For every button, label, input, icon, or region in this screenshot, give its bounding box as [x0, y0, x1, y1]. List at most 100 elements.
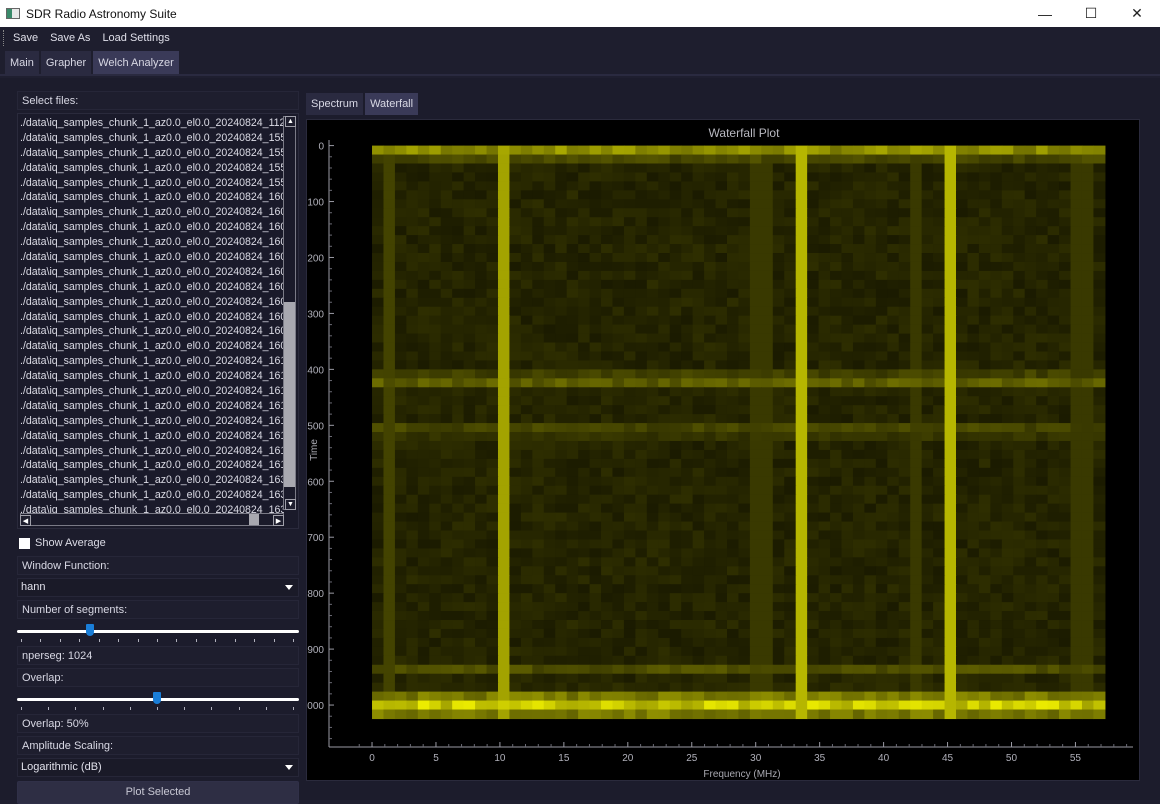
scroll-right-icon[interactable]: ▶: [273, 515, 284, 526]
heatmap-cell: [956, 440, 969, 451]
heatmap-cell: [944, 709, 957, 720]
file-list-item[interactable]: ./data\iq_samples_chunk_1_az0.0_el0.0_20…: [20, 310, 284, 325]
scroll-down-icon[interactable]: ▼: [285, 499, 296, 510]
horizontal-scrollbar-thumb[interactable]: [33, 514, 259, 525]
heatmap-cell: [555, 163, 568, 174]
tab-grapher[interactable]: Grapher: [40, 51, 92, 74]
file-list-item[interactable]: ./data\iq_samples_chunk_1_az0.0_el0.0_20…: [20, 265, 284, 280]
heatmap-cell: [372, 709, 385, 720]
heatmap-cell: [933, 476, 946, 487]
segments-slider[interactable]: [17, 622, 299, 644]
heatmap-cell: [738, 333, 751, 344]
file-list-item[interactable]: ./data\iq_samples_chunk_1_az0.0_el0.0_20…: [20, 429, 284, 444]
file-list-item[interactable]: ./data\iq_samples_chunk_1_az0.0_el0.0_20…: [20, 444, 284, 459]
slider-handle[interactable]: [85, 624, 94, 636]
file-list-item[interactable]: ./data\iq_samples_chunk_1_az0.0_el0.0_20…: [20, 220, 284, 235]
heatmap-cell: [1013, 700, 1026, 711]
heatmap-cell: [406, 324, 419, 335]
heatmap-cell: [658, 637, 671, 648]
heatmap-cell: [726, 637, 740, 648]
heatmap-cell: [440, 235, 453, 245]
file-list-item[interactable]: ./data\iq_samples_chunk_1_az0.0_el0.0_20…: [20, 384, 284, 399]
heatmap-cell: [463, 593, 476, 603]
window-function-select[interactable]: hann: [17, 578, 299, 597]
tab-welch-analyzer[interactable]: Welch Analyzer: [93, 51, 179, 74]
file-list-item[interactable]: ./data\iq_samples_chunk_1_az0.0_el0.0_20…: [20, 205, 284, 220]
amplitude-scaling-select[interactable]: Logarithmic (dB): [17, 758, 299, 777]
minimize-button[interactable]: —: [1022, 0, 1068, 27]
heatmap-cell: [864, 369, 877, 379]
heatmap-cell: [990, 172, 1003, 182]
heatmap-cell: [990, 458, 1003, 469]
heatmap-cell: [532, 637, 545, 648]
file-list-item[interactable]: ./data\iq_samples_chunk_1_az0.0_el0.0_20…: [20, 235, 284, 250]
heatmap-cell: [486, 360, 499, 370]
menu-load-settings[interactable]: Load Settings: [96, 32, 175, 44]
heatmap-cell: [520, 226, 533, 236]
overlap-slider[interactable]: [17, 690, 299, 712]
file-list-item[interactable]: ./data\iq_samples_chunk_1_az0.0_el0.0_20…: [20, 176, 284, 191]
heatmap-cell: [887, 199, 900, 209]
heatmap-cell: [852, 244, 865, 254]
file-list-item[interactable]: ./data\iq_samples_chunk_1_az0.0_el0.0_20…: [20, 116, 284, 131]
menu-save-as[interactable]: Save As: [44, 32, 96, 44]
vertical-scrollbar-thumb[interactable]: [284, 302, 295, 487]
heatmap-cell: [978, 539, 991, 549]
file-list-item[interactable]: ./data\iq_samples_chunk_1_az0.0_el0.0_20…: [20, 295, 284, 310]
file-list-item[interactable]: ./data\iq_samples_chunk_1_az0.0_el0.0_20…: [20, 488, 284, 503]
heatmap-cell: [795, 628, 808, 639]
heatmap-cell: [1059, 664, 1072, 675]
close-button[interactable]: ✕: [1114, 0, 1160, 27]
heatmap-cell: [1081, 655, 1095, 666]
heatmap-cell: [1001, 440, 1014, 451]
heatmap-cell: [1013, 512, 1026, 523]
file-list-item[interactable]: ./data\iq_samples_chunk_1_az0.0_el0.0_20…: [20, 324, 284, 339]
file-list-item[interactable]: ./data\iq_samples_chunk_1_az0.0_el0.0_20…: [20, 399, 284, 414]
heatmap-cell: [761, 172, 774, 182]
heatmap-cell: [658, 566, 671, 576]
heatmap-cell: [566, 405, 579, 415]
file-list-item[interactable]: ./data\iq_samples_chunk_1_az0.0_el0.0_20…: [20, 280, 284, 295]
file-list-item[interactable]: ./data\iq_samples_chunk_1_az0.0_el0.0_20…: [20, 146, 284, 161]
heatmap-cell: [944, 145, 957, 156]
file-list-item[interactable]: ./data\iq_samples_chunk_1_az0.0_el0.0_20…: [20, 458, 284, 473]
checkbox-box[interactable]: [19, 537, 30, 549]
file-list-item[interactable]: ./data\iq_samples_chunk_1_az0.0_el0.0_20…: [20, 414, 284, 429]
plot-selected-button[interactable]: Plot Selected: [17, 781, 299, 804]
file-list-item[interactable]: ./data\iq_samples_chunk_1_az0.0_el0.0_20…: [20, 190, 284, 205]
heatmap-cell: [543, 396, 556, 406]
scroll-up-icon[interactable]: ▲: [285, 116, 296, 127]
heatmap-cell: [921, 494, 934, 505]
heatmap-cell: [852, 360, 865, 370]
menu-save[interactable]: Save: [7, 32, 44, 44]
tab-spectrum[interactable]: Spectrum: [306, 93, 364, 115]
scroll-left-icon[interactable]: ◀: [20, 515, 31, 526]
heatmap-cell: [509, 682, 522, 693]
heatmap-cell: [475, 208, 488, 218]
heatmap-cell: [784, 548, 797, 558]
slider-handle[interactable]: [153, 692, 161, 704]
file-list-item[interactable]: ./data\iq_samples_chunk_1_az0.0_el0.0_20…: [20, 354, 284, 369]
file-list-item[interactable]: ./data\iq_samples_chunk_1_az0.0_el0.0_20…: [20, 131, 284, 146]
heatmap-cell: [887, 611, 900, 621]
heatmap-cell: [463, 235, 476, 245]
vertical-scrollbar[interactable]: [283, 116, 296, 510]
file-list-item[interactable]: ./data\iq_samples_chunk_1_az0.0_el0.0_20…: [20, 250, 284, 265]
tab-main[interactable]: Main: [5, 51, 39, 74]
file-list-item[interactable]: ./data\iq_samples_chunk_1_az0.0_el0.0_20…: [20, 369, 284, 384]
show-average-checkbox[interactable]: Show Average: [17, 533, 299, 553]
tab-waterfall[interactable]: Waterfall: [365, 93, 419, 115]
heatmap-cell: [1036, 324, 1049, 335]
horizontal-scrollbar[interactable]: [20, 513, 284, 526]
heatmap-cell: [383, 261, 396, 272]
file-list[interactable]: ./data\iq_samples_chunk_1_az0.0_el0.0_20…: [17, 113, 299, 529]
file-list-item[interactable]: ./data\iq_samples_chunk_1_az0.0_el0.0_20…: [20, 161, 284, 176]
heatmap-cell: [887, 360, 900, 370]
file-list-item[interactable]: ./data\iq_samples_chunk_1_az0.0_el0.0_20…: [20, 473, 284, 488]
heatmap-cell: [429, 646, 442, 657]
heatmap-cell: [795, 279, 808, 290]
file-list-item[interactable]: ./data\iq_samples_chunk_1_az0.0_el0.0_20…: [20, 339, 284, 354]
waterfall-plot[interactable]: Waterfall Plot Frequency (MHz) Time 0 100…: [302, 119, 1140, 781]
heatmap-cell: [887, 682, 900, 693]
maximize-button[interactable]: ☐: [1068, 0, 1114, 27]
